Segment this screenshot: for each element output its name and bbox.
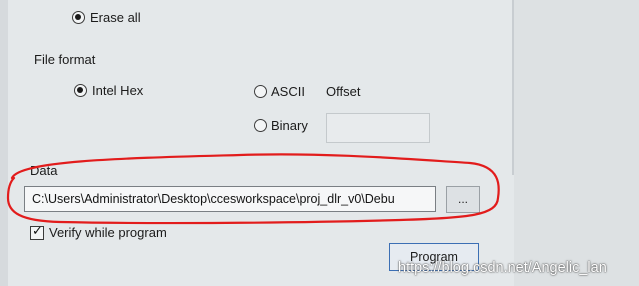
verify-label: Verify while program: [49, 225, 167, 240]
intel-hex-radio[interactable]: [74, 84, 87, 97]
window-left-edge: [0, 0, 8, 286]
binary-radio[interactable]: [254, 119, 267, 132]
binary-label: Binary: [271, 118, 308, 133]
verify-checkbox[interactable]: ✓: [30, 223, 44, 240]
right-panel: [514, 0, 639, 286]
browse-button[interactable]: ...: [446, 186, 480, 213]
file-format-heading: File format: [34, 52, 96, 67]
offset-label: Offset: [326, 84, 361, 99]
erase-all-label: Erase all: [90, 10, 141, 25]
watermark-text: https://blog.csdn.net/Angelic_lan: [398, 260, 607, 276]
offset-input[interactable]: [326, 113, 430, 143]
data-heading: Data: [30, 163, 58, 178]
erase-all-radio[interactable]: [72, 11, 85, 24]
ascii-radio[interactable]: [254, 85, 267, 98]
checkmark-icon: ✓: [32, 223, 43, 238]
intel-hex-label: Intel Hex: [92, 83, 144, 98]
ascii-label: ASCII: [271, 84, 305, 99]
panel-divider: [512, 0, 514, 175]
data-path-input[interactable]: C:\Users\Administrator\Desktop\ccesworks…: [24, 186, 436, 212]
